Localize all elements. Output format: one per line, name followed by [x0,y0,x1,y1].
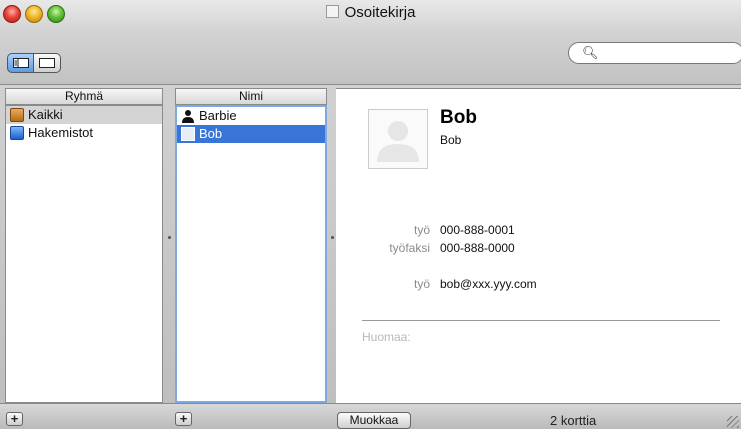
note-divider [362,320,720,321]
group-splitter-handle[interactable] [168,236,171,239]
name-item-barbie[interactable]: Barbie [177,107,325,125]
contact-subname: Bob [440,133,462,147]
fax-work-label: työfaksi [389,241,430,255]
card-count: 2 korttia [550,413,597,428]
group-item-hakemistot[interactable]: Hakemistot [6,124,162,142]
group-column-header[interactable]: Ryhmä [5,88,163,105]
name-item-label: Barbie [199,108,237,123]
directory-icon [10,126,24,140]
name-column-header[interactable]: Nimi [175,88,327,105]
group-list: Kaikki Hakemistot [5,105,163,403]
group-item-kaikki[interactable]: Kaikki [6,106,162,124]
phone-work-label: työ [413,223,430,237]
resize-grip-icon[interactable] [727,416,739,428]
search-icon: 🔍︎ [582,45,599,60]
name-list: Barbie Bob [175,105,327,403]
phone-work-value[interactable]: 000-888-0001 [440,223,515,237]
contact-card: Bob Bob työ 000-888-0001 työfaksi 000-88… [336,88,741,403]
person-silhouette-icon [377,121,419,162]
address-book-icon [10,108,24,122]
name-item-bob[interactable]: Bob [177,125,325,143]
edit-button[interactable]: Muokkaa [337,412,411,429]
document-icon [325,5,339,18]
add-group-button[interactable]: + [6,412,23,426]
email-work-value[interactable]: bob@xxx.yyy.com [440,277,537,291]
title-bar: Osoitekirja 🔍︎ [0,0,741,85]
group-item-label: Hakemistot [28,125,94,140]
contact-photo[interactable] [368,109,428,169]
add-card-button[interactable]: + [175,412,192,426]
group-item-label: Kaikki [28,107,63,122]
email-work-label: työ [413,277,430,291]
card-icon [181,127,195,141]
view-switcher [7,53,61,73]
note-label[interactable]: Huomaa: [362,330,411,344]
window-title: Osoitekirja [0,4,741,21]
name-item-label: Bob [199,126,223,141]
card-view-icon [39,58,55,68]
column-view-button[interactable] [7,53,34,73]
card-view-button[interactable] [34,53,61,73]
contact-name: Bob [440,107,477,128]
bottom-bar: + + Muokkaa 2 korttia [0,403,741,429]
fax-work-value[interactable]: 000-888-0000 [440,241,515,255]
address-book-window: Osoitekirja 🔍︎ Ryhmä Kaikki Hakemistot N… [0,0,741,429]
search-field[interactable]: 🔍︎ [568,42,741,64]
person-icon [181,109,195,123]
column-view-icon [12,58,29,68]
name-splitter-handle[interactable] [331,236,334,239]
window-title-text: Osoitekirja [344,4,416,21]
